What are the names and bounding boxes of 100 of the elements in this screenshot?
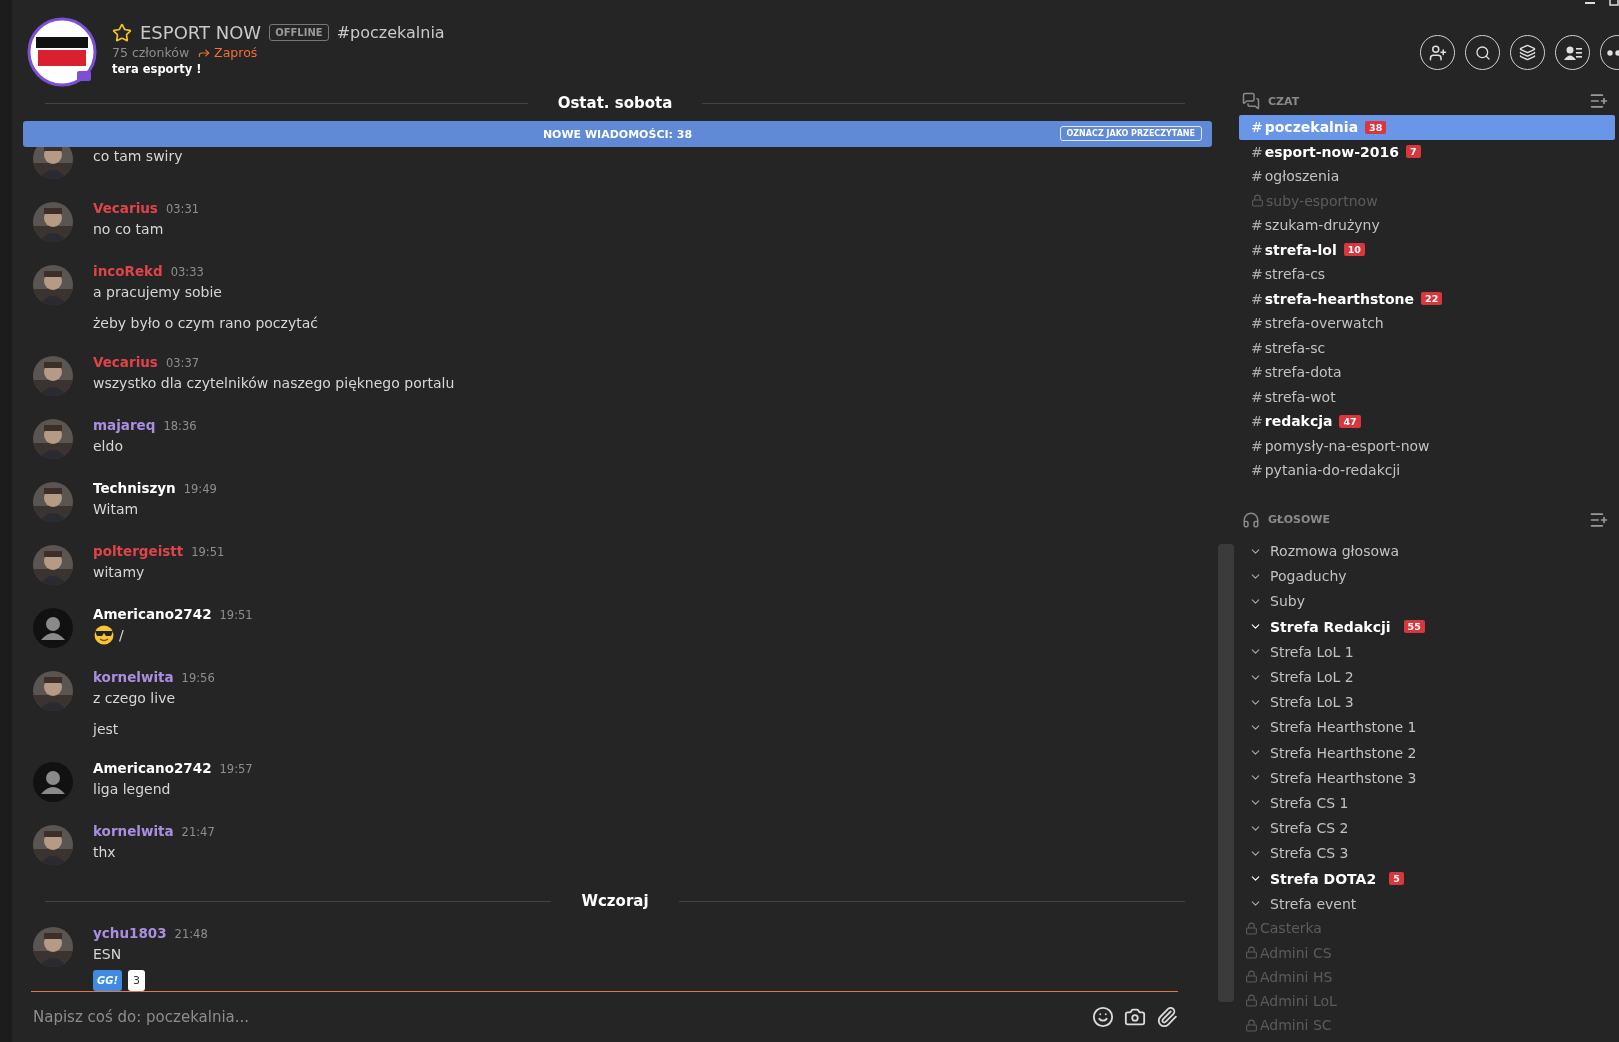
channel-item[interactable]: #strefa-hearthstone 22 bbox=[1239, 286, 1615, 311]
hash-icon: # bbox=[1251, 266, 1263, 283]
channel-item[interactable]: #pomysły-na-esport-now bbox=[1239, 433, 1615, 458]
date-divider: Wczoraj bbox=[581, 892, 649, 910]
layers-icon bbox=[1519, 44, 1536, 61]
channel-name: Suby bbox=[1270, 593, 1305, 610]
voice-channel[interactable]: Suby bbox=[1234, 588, 1615, 615]
channel-item[interactable]: #esport-now-2016 7 bbox=[1239, 139, 1615, 164]
search-icon bbox=[1474, 44, 1491, 61]
author-name[interactable]: Vecarius bbox=[93, 200, 158, 216]
section-title: GŁOSOWE bbox=[1268, 513, 1330, 526]
message-text: liga legend bbox=[93, 780, 171, 799]
author-name[interactable]: ychu1803 bbox=[93, 925, 167, 941]
message-text: a pracujemy sobie bbox=[93, 283, 222, 302]
message-text: eldo bbox=[93, 437, 123, 456]
voice-channel[interactable]: Strefa Hearthstone 3 bbox=[1234, 765, 1615, 791]
headphones-icon bbox=[1242, 510, 1260, 529]
voice-channel[interactable]: Strefa CS 2 bbox=[1234, 815, 1615, 841]
author-name[interactable]: poltergeistt bbox=[93, 543, 184, 559]
lock-icon bbox=[1245, 1018, 1258, 1032]
channel-item[interactable]: #strefa-lol 10 bbox=[1239, 237, 1615, 262]
voice-channel[interactable]: Strefa DOTA2 5 bbox=[1234, 865, 1615, 892]
chat-icon bbox=[1242, 92, 1260, 110]
author-name[interactable]: kornelwita bbox=[93, 823, 174, 839]
hash-icon: # bbox=[1251, 315, 1263, 332]
unread-badge: 47 bbox=[1339, 414, 1361, 428]
channel-item[interactable]: #pytania-do-redakcji bbox=[1239, 458, 1615, 483]
timestamp: 21:48 bbox=[174, 927, 208, 941]
hash-icon: # bbox=[1251, 143, 1263, 160]
voice-channel[interactable]: Pogaduchy bbox=[1234, 563, 1615, 589]
lock-icon bbox=[1251, 194, 1264, 208]
voice-channel[interactable]: Strefa Hearthstone 1 bbox=[1234, 714, 1615, 740]
hash-icon: # bbox=[1251, 437, 1263, 454]
channel-item[interactable]: #strefa-cs bbox=[1239, 262, 1615, 287]
timestamp: 19:49 bbox=[183, 482, 217, 496]
channel-name: Strefa CS 1 bbox=[1270, 794, 1349, 811]
hash-icon: # bbox=[1251, 364, 1263, 381]
author-name[interactable]: Americano2742 bbox=[93, 606, 212, 622]
channel-item[interactable]: #szukam-drużyny bbox=[1239, 213, 1615, 238]
channel-item[interactable]: #poczekalnia 38 bbox=[1239, 115, 1615, 140]
timestamp: 18:36 bbox=[163, 419, 197, 433]
voice-channel[interactable]: Strefa LoL 1 bbox=[1234, 639, 1615, 665]
voice-channel[interactable]: Strefa Hearthstone 2 bbox=[1234, 740, 1615, 766]
message-input[interactable]: Napisz coś do: poczekalnia... bbox=[31, 1007, 1092, 1027]
message-text: żeby było o czym rano poczytać bbox=[93, 314, 318, 333]
timestamp: 19:51 bbox=[191, 545, 225, 559]
voice-channel[interactable]: Strefa LoL 2 bbox=[1234, 664, 1615, 690]
message-text: thx bbox=[93, 843, 116, 862]
hash-icon: # bbox=[1251, 290, 1263, 307]
message-text: ESN bbox=[93, 945, 122, 964]
author-name[interactable]: Techniszyn bbox=[93, 480, 176, 496]
channel-name: esport-now-2016 bbox=[1264, 143, 1399, 160]
emoji-icon[interactable] bbox=[1092, 1006, 1114, 1028]
unread-badge: 5 bbox=[1389, 872, 1404, 886]
hash-icon: # bbox=[1251, 119, 1263, 136]
attach-icon[interactable] bbox=[1156, 1006, 1178, 1028]
message-text: / bbox=[119, 626, 124, 645]
hash-icon: # bbox=[1251, 413, 1263, 430]
hash-icon: # bbox=[1251, 241, 1263, 258]
timestamp: 03:37 bbox=[165, 356, 200, 370]
channel-item[interactable]: #strefa-dota bbox=[1239, 360, 1615, 385]
channel-item[interactable]: #strefa-overwatch bbox=[1239, 311, 1615, 336]
unread-badge: 38 bbox=[1365, 120, 1387, 134]
add-channel-icon[interactable] bbox=[1589, 91, 1609, 111]
author-name[interactable]: incoRekd bbox=[93, 263, 163, 279]
channel-name: strefa-sc bbox=[1264, 339, 1326, 356]
voice-channel[interactable]: Strefa event bbox=[1234, 891, 1615, 917]
camera-icon[interactable] bbox=[1124, 1006, 1146, 1028]
voice-channel[interactable]: Strefa CS 1 bbox=[1234, 790, 1615, 816]
voice-channel[interactable]: Rozmowa głosowa bbox=[1234, 538, 1615, 564]
hash-icon: # bbox=[1251, 339, 1263, 356]
server-name: ESPORT NOW bbox=[140, 22, 262, 43]
channel-item[interactable]: #strefa-wot bbox=[1239, 384, 1615, 409]
voice-channel[interactable]: Strefa LoL 3 bbox=[1234, 689, 1615, 715]
star-icon[interactable] bbox=[112, 22, 132, 43]
channel-item[interactable]: #redakcja 47 bbox=[1239, 409, 1615, 434]
author-name[interactable]: kornelwita bbox=[93, 669, 174, 685]
channel-item[interactable]: #ogłoszenia bbox=[1239, 164, 1615, 189]
channel-name: redakcja bbox=[1264, 413, 1333, 430]
unread-badge: 10 bbox=[1343, 243, 1365, 257]
new-messages-text: NOWE WIADOMOŚCI: 38 bbox=[542, 127, 693, 141]
message-text: Witam bbox=[93, 500, 139, 519]
invite-link[interactable]: Zaproś bbox=[197, 45, 258, 60]
channel-name: Strefa Hearthstone 3 bbox=[1270, 769, 1417, 786]
lock-icon bbox=[1245, 994, 1258, 1008]
section-title: CZAT bbox=[1268, 94, 1300, 108]
message-text: z czego live bbox=[93, 689, 176, 708]
voice-channel[interactable]: Strefa CS 3 bbox=[1234, 840, 1615, 866]
channel-item[interactable]: #strefa-sc bbox=[1239, 335, 1615, 360]
author-name[interactable]: Vecarius bbox=[93, 354, 158, 370]
channel-name: Strefa DOTA2 bbox=[1270, 870, 1377, 887]
channel-name: Strefa Hearthstone 2 bbox=[1270, 744, 1417, 761]
channel-name: Strefa CS 2 bbox=[1270, 820, 1349, 837]
channel-name: strefa-cs bbox=[1264, 266, 1326, 283]
hash-icon: # bbox=[1251, 462, 1263, 479]
server-logo bbox=[27, 17, 97, 87]
voice-channel[interactable]: Strefa Redakcji 55 bbox=[1234, 614, 1615, 640]
author-name[interactable]: majareq bbox=[93, 417, 156, 433]
author-name[interactable]: Americano2742 bbox=[93, 760, 212, 776]
channel-name: Strefa LoL 3 bbox=[1270, 694, 1354, 711]
